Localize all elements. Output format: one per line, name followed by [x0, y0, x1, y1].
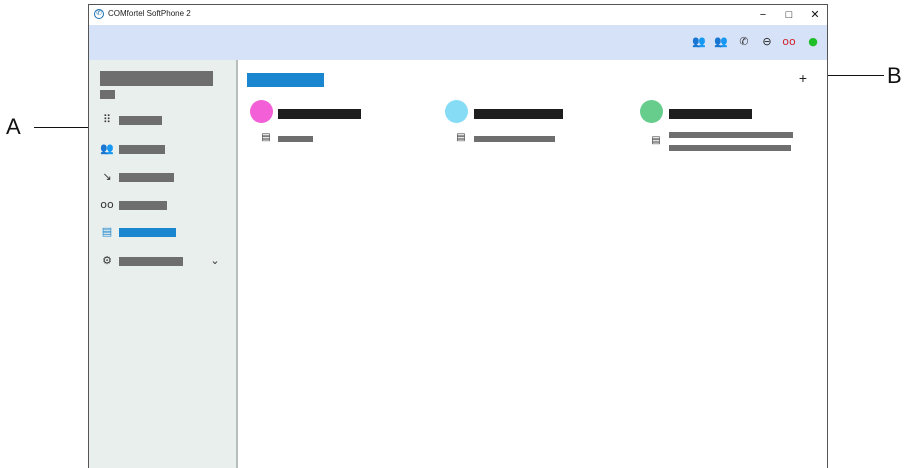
contact-name-redacted: [278, 109, 361, 119]
nav-messages[interactable]: ▤: [99, 224, 229, 240]
callout-label-b: B: [887, 63, 902, 88]
user-extension-redacted: [100, 90, 115, 99]
status-online-icon[interactable]: ●: [806, 35, 820, 49]
voicemail-icon: oo: [100, 198, 114, 211]
nav-dialpad[interactable]: ⠿: [99, 112, 229, 128]
minimize-button[interactable]: −: [751, 5, 775, 25]
maximize-button[interactable]: □: [777, 5, 801, 25]
voicemail-icon[interactable]: oo: [782, 35, 796, 49]
message-icon: ▤: [261, 132, 271, 143]
gear-icon: ⚙: [102, 254, 112, 267]
avatar: [640, 100, 663, 123]
contact-name-redacted: [669, 109, 752, 119]
nav-messages-label: [119, 228, 176, 237]
chevron-down-icon[interactable]: ⌄: [207, 253, 223, 269]
message-icon: ▤: [456, 132, 466, 143]
message-preview-redacted: [278, 136, 313, 142]
message-icon: ▤: [101, 225, 113, 238]
dialpad-icon: ⠿: [102, 113, 112, 126]
nav-voicemail-label: [119, 201, 167, 210]
window-title: COMfortel SoftPhone 2: [108, 9, 191, 18]
title-bar: ✆ COMfortel SoftPhone 2 − □ ✕: [89, 5, 827, 25]
avatar: [445, 100, 468, 123]
callout-label-a: A: [6, 114, 21, 139]
add-conversation-button[interactable]: +: [796, 70, 810, 86]
status-toolbar: 👥 👥 ✆ ⊖ oo ●: [89, 25, 827, 60]
call-forward-icon[interactable]: ✆: [737, 35, 751, 49]
sidebar: ⠿ 👥 ↘ oo ▤ ⚙ ⌄: [89, 60, 238, 468]
message-preview-redacted: [474, 136, 555, 142]
nav-voicemail[interactable]: oo: [99, 197, 229, 213]
nav-settings[interactable]: ⚙ ⌄: [99, 253, 229, 269]
softphone-logo-icon: ✆: [94, 9, 104, 19]
messages-panel: + ▤ ▤ ▤: [238, 60, 827, 468]
do-not-disturb-icon[interactable]: ⊖: [760, 35, 774, 49]
nav-contacts[interactable]: 👥: [99, 141, 229, 157]
nav-call-history[interactable]: ↘: [99, 169, 229, 185]
close-button[interactable]: ✕: [803, 5, 827, 25]
nav-settings-label: [119, 257, 183, 266]
call-history-icon: ↘: [102, 170, 112, 183]
contact-name-redacted: [474, 109, 563, 119]
message-preview-redacted: [669, 145, 791, 151]
avatar: [250, 100, 273, 123]
message-icon: ▤: [651, 135, 661, 146]
nav-contacts-label: [119, 145, 165, 154]
message-preview-redacted: [669, 132, 793, 138]
presence-contacts-icon[interactable]: 👥: [714, 35, 728, 49]
contacts-icon: 👥: [100, 142, 114, 155]
nav-dialpad-label: [119, 116, 162, 125]
app-window: ✆ COMfortel SoftPhone 2 − □ ✕ 👥 👥 ✆ ⊖ oo…: [88, 4, 828, 468]
nav-call-history-label: [119, 173, 174, 182]
page-title-redacted: [247, 73, 324, 87]
contacts-icon[interactable]: 👥: [692, 35, 706, 49]
user-name-redacted: [100, 71, 213, 86]
